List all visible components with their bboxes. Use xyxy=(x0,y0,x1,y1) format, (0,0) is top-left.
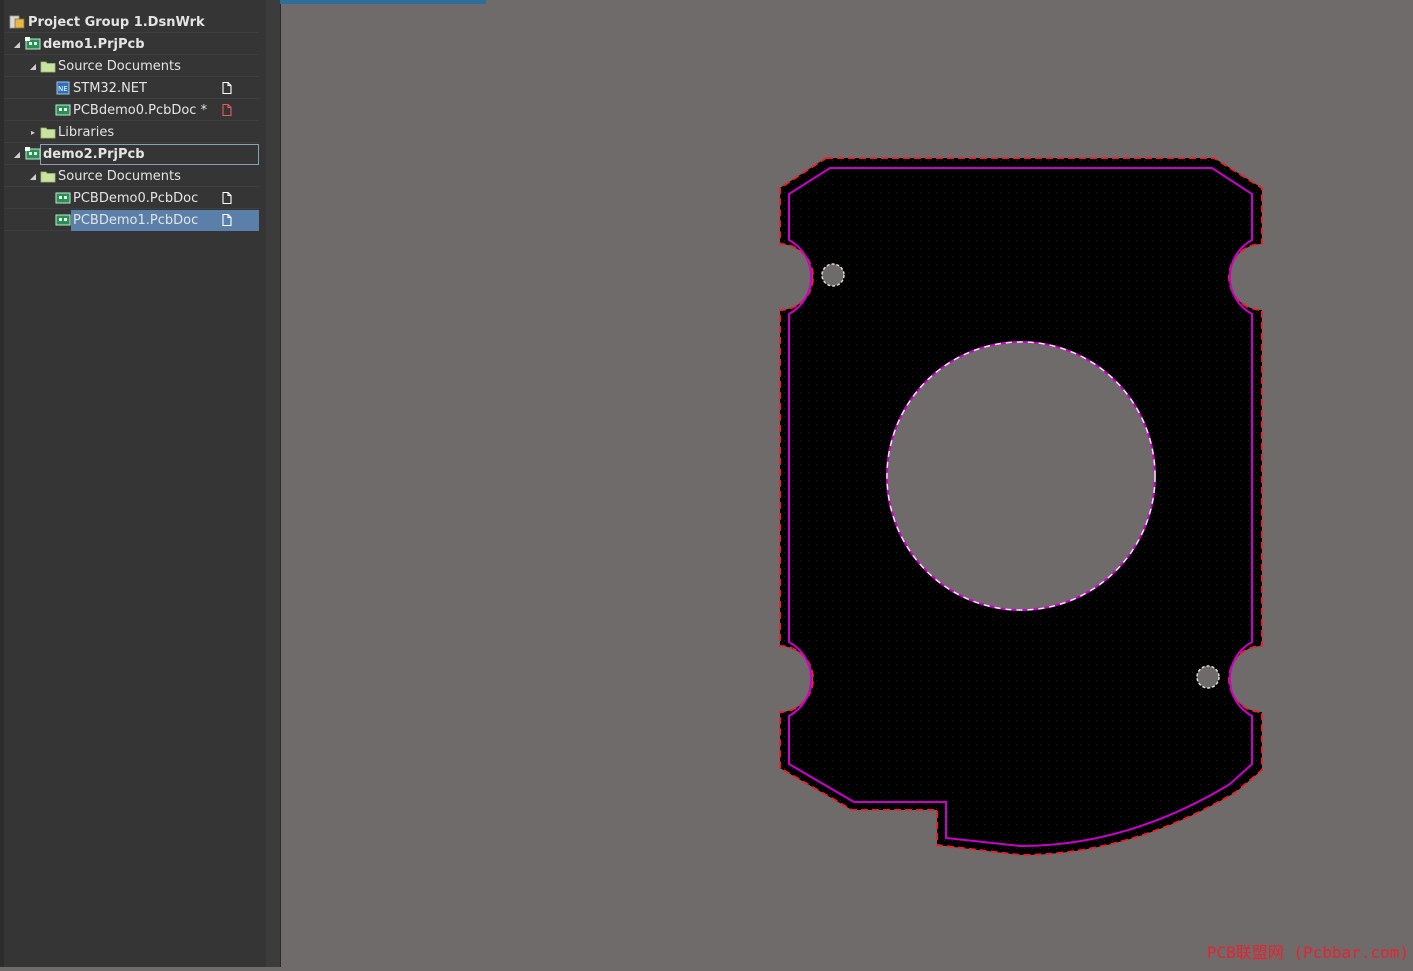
pcb-editor-canvas[interactable] xyxy=(280,0,1413,967)
folder-icon xyxy=(40,59,56,73)
tree-item-libraries[interactable]: ▸ Libraries xyxy=(4,122,259,143)
tree-item-label: Source Documents xyxy=(58,169,181,184)
panel-splitter[interactable] xyxy=(266,0,281,967)
watermark: PCB联盟网 (Pcbbar.com) xyxy=(1206,943,1409,962)
pcb-project-icon xyxy=(25,147,41,161)
collapse-arrow-icon[interactable]: ▸ xyxy=(28,122,38,143)
expand-arrow-icon[interactable]: ◢ xyxy=(28,56,38,77)
tree-item-source-documents[interactable]: ◢ Source Documents xyxy=(4,56,259,77)
tree-item-label: PCBDemo1.PcbDoc xyxy=(73,213,199,228)
expand-arrow-icon[interactable]: ◢ xyxy=(12,144,22,165)
tree-item-label: Libraries xyxy=(58,125,115,140)
tree-item-demo1-prjpcb[interactable]: ◢ demo1.PrjPcb xyxy=(4,34,259,55)
expand-arrow-icon[interactable]: ◢ xyxy=(28,166,38,187)
tree-item-label: demo1.PrjPcb xyxy=(43,37,145,52)
document-saved-icon xyxy=(222,191,232,205)
tree-item-label: demo2.PrjPcb xyxy=(43,147,145,162)
pcb-view[interactable] xyxy=(280,0,1413,967)
pcb-doc-icon xyxy=(55,213,71,227)
folder-icon xyxy=(40,125,56,139)
tree-item-pcbdemo0-pcbdoc[interactable]: PCBDemo0.PcbDoc xyxy=(4,188,259,209)
folder-icon xyxy=(40,169,56,183)
document-saved-icon xyxy=(222,213,232,227)
tree-item-pcbdemo0-pcbdoc[interactable]: PCBdemo0.PcbDoc * xyxy=(4,100,259,121)
tree-item-source-documents[interactable]: ◢ Source Documents xyxy=(4,166,259,187)
pcb-project-icon xyxy=(25,37,41,51)
mounting-hole-bottom-right[interactable] xyxy=(1196,665,1220,689)
expand-arrow-icon[interactable]: ◢ xyxy=(12,34,22,55)
tree-item-demo2-prjpcb[interactable]: ◢ demo2.PrjPcb xyxy=(4,144,259,165)
tree-item-label: STM32.NET xyxy=(73,81,147,96)
center-cutout[interactable] xyxy=(886,341,1156,611)
tree-item-label: PCBdemo0.PcbDoc * xyxy=(73,103,208,118)
tree-item-label: Project Group 1.DsnWrk xyxy=(28,15,205,30)
document-saved-icon xyxy=(222,81,232,95)
tree-item-label: PCBDemo0.PcbDoc xyxy=(73,191,199,206)
netlist-file-icon: NE xyxy=(55,81,71,95)
document-modified-icon xyxy=(222,103,232,117)
projects-panel: Project Group 1.DsnWrk ◢ demo1.PrjPcb ◢ Sour… xyxy=(0,0,267,967)
mounting-hole-top-left[interactable] xyxy=(821,263,845,287)
project-group-icon xyxy=(9,15,25,29)
tree-item-label: Source Documents xyxy=(58,59,181,74)
tree-item-stm32-net[interactable]: NE STM32.NET xyxy=(4,78,259,99)
pcb-doc-icon xyxy=(55,191,71,205)
pcb-doc-icon xyxy=(55,103,71,117)
svg-text:NE: NE xyxy=(58,85,68,93)
tree-item-project-group-1-dsnwrk[interactable]: Project Group 1.DsnWrk xyxy=(4,12,259,33)
tree-item-pcbdemo1-pcbdoc[interactable]: PCBDemo1.PcbDoc xyxy=(4,210,259,231)
